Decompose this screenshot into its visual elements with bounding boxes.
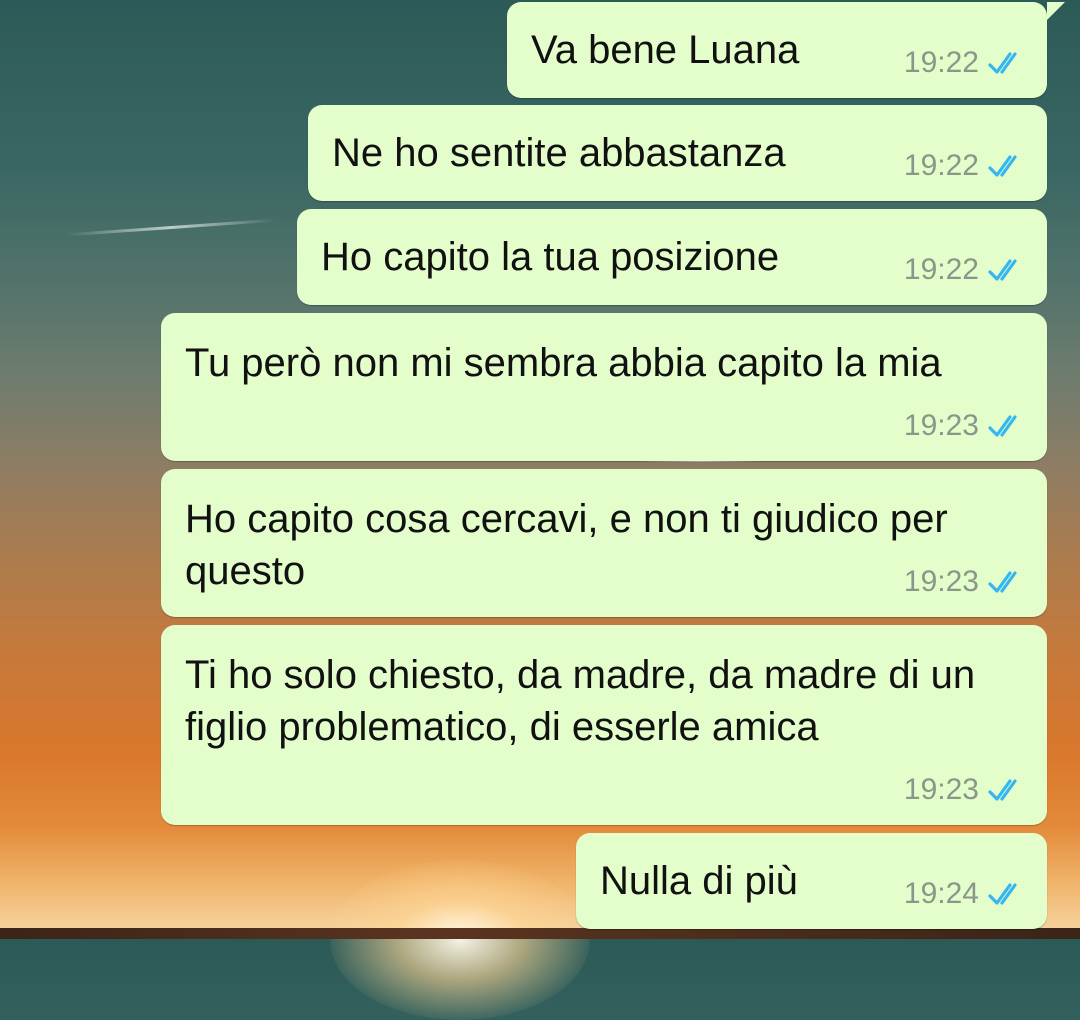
message-bubble[interactable]: Nulla di più 19:24 xyxy=(576,833,1047,929)
message-bubble[interactable]: Tu però non mi sembra abbia capito la mi… xyxy=(161,313,1047,461)
message-bubble[interactable]: Ne ho sentite abbastanza 19:22 xyxy=(308,105,1047,201)
message-meta: 19:23 xyxy=(904,409,1027,443)
background-streak xyxy=(66,218,276,237)
message-time: 19:22 xyxy=(903,46,979,79)
message-text: Ho capito la tua posizione xyxy=(321,235,780,279)
message-meta: 19:24 xyxy=(904,877,1027,911)
message-meta: 19:22 xyxy=(904,253,1027,287)
message-time: 19:23 xyxy=(903,565,979,598)
message-meta: 19:22 xyxy=(904,46,1027,80)
message-bubble[interactable]: Ti ho solo chiesto, da madre, da madre d… xyxy=(161,625,1047,825)
message-text: Nulla di più xyxy=(600,859,798,903)
message-text: Ho capito cosa cercavi, e non ti giudico… xyxy=(185,497,959,593)
message-bubble[interactable]: Ho capito la tua posizione 19:22 xyxy=(297,209,1047,305)
message-text: Va bene Luana xyxy=(531,28,800,72)
double-check-icon xyxy=(988,259,1017,281)
bubble-tail xyxy=(1047,2,1065,20)
message-bubble[interactable]: Ho capito cosa cercavi, e non ti giudico… xyxy=(161,469,1047,617)
message-text: Ti ho solo chiesto, da madre, da madre d… xyxy=(185,653,987,749)
double-check-icon xyxy=(988,571,1017,593)
double-check-icon xyxy=(988,883,1017,905)
message-time: 19:22 xyxy=(903,149,979,182)
message-meta: 19:22 xyxy=(904,149,1027,183)
message-time: 19:22 xyxy=(903,253,979,286)
message-time: 19:24 xyxy=(903,877,979,910)
sun-glow xyxy=(330,860,590,1020)
message-text: Ne ho sentite abbastanza xyxy=(332,131,786,175)
double-check-icon xyxy=(988,52,1017,74)
message-text: Tu però non mi sembra abbia capito la mi… xyxy=(185,341,942,385)
horizon xyxy=(0,928,1080,939)
double-check-icon xyxy=(988,779,1017,801)
message-meta: 19:23 xyxy=(904,565,1027,599)
double-check-icon xyxy=(988,155,1017,177)
message-time: 19:23 xyxy=(903,409,979,442)
double-check-icon xyxy=(988,415,1017,437)
message-bubble[interactable]: Va bene Luana 19:22 xyxy=(507,2,1065,98)
message-meta: 19:23 xyxy=(904,773,1027,807)
message-time: 19:23 xyxy=(903,773,979,806)
